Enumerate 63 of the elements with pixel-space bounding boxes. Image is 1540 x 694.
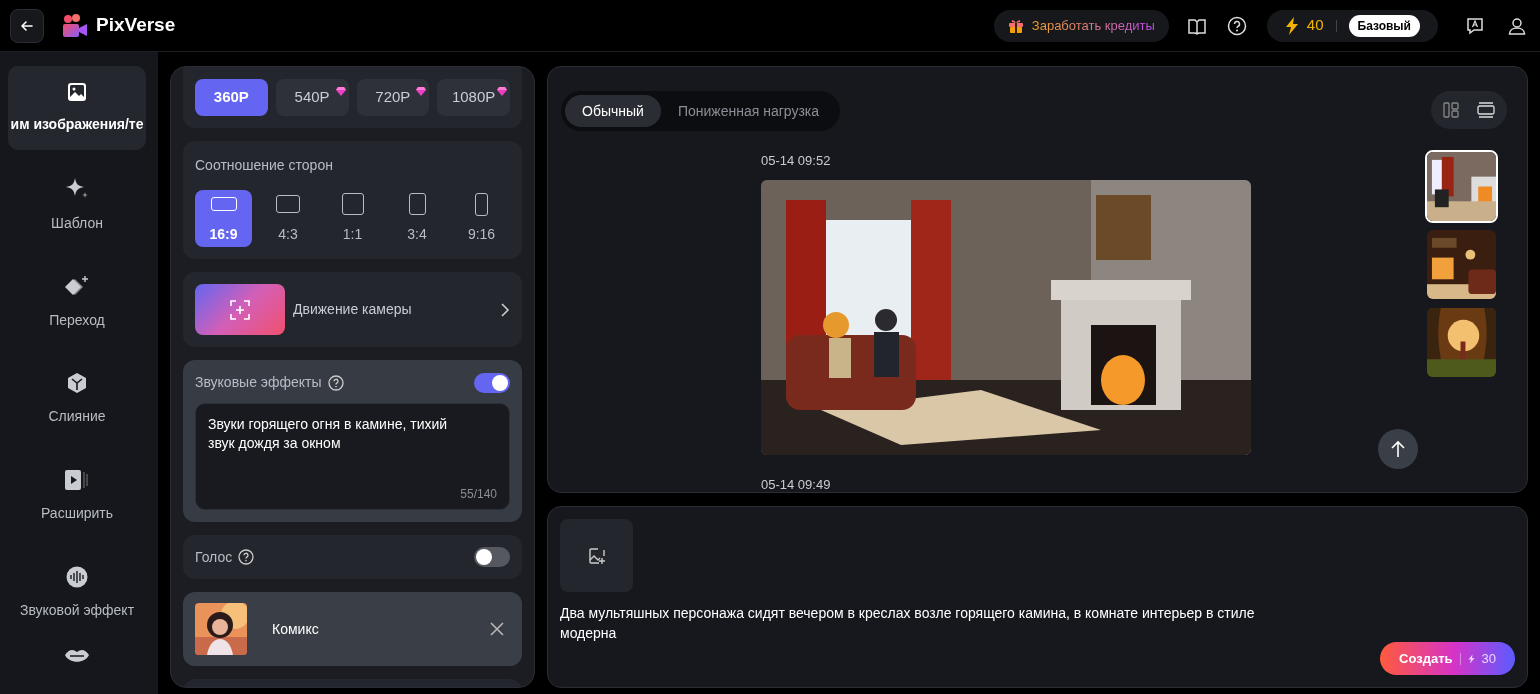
sidebar-item[interactable]: Звуковой эффект bbox=[8, 551, 146, 635]
gift-icon bbox=[1007, 17, 1024, 34]
history-thumbnail[interactable] bbox=[1425, 150, 1498, 223]
resolution-option[interactable]: 360P bbox=[195, 79, 268, 116]
aspect-title: Соотношение сторон bbox=[195, 156, 334, 175]
sidebar-item[interactable]: Слияние bbox=[8, 357, 146, 441]
cube-icon bbox=[66, 371, 88, 394]
history-thumbnail[interactable] bbox=[1425, 306, 1498, 379]
sidebar-item[interactable]: им изображения/те bbox=[8, 66, 146, 150]
lightning-icon bbox=[1467, 653, 1475, 664]
user-icon[interactable] bbox=[1508, 16, 1526, 35]
voice-toggle[interactable] bbox=[474, 547, 510, 567]
scroll-up-button[interactable] bbox=[1378, 429, 1418, 469]
character-counter: 55/140 bbox=[460, 486, 497, 503]
upload-image-button[interactable] bbox=[560, 519, 633, 592]
sidebar-item[interactable]: Шаблон bbox=[8, 163, 146, 247]
mode-tab[interactable]: Обычный bbox=[565, 95, 661, 127]
feedback-icon[interactable] bbox=[1466, 16, 1484, 35]
grid-view-icon[interactable] bbox=[1443, 102, 1459, 118]
sidebar-item[interactable]: Переход bbox=[8, 260, 146, 344]
earn-credits-button[interactable]: Заработать кредиты bbox=[993, 9, 1169, 42]
voice-label: Голос bbox=[195, 547, 233, 567]
create-button[interactable]: Создать 30 bbox=[1380, 642, 1515, 675]
chevron-right-icon bbox=[500, 302, 510, 317]
sound-effects-label: Звуковые эффекты bbox=[195, 373, 322, 392]
mode-tab[interactable]: Пониженная нагрузка bbox=[660, 95, 837, 127]
resolution-option[interactable]: 1080P bbox=[437, 79, 510, 116]
help-icon[interactable] bbox=[1226, 15, 1247, 36]
aspect-option[interactable]: 1:1 bbox=[324, 190, 381, 247]
plan-badge: Базовый bbox=[1348, 14, 1420, 37]
help-icon[interactable] bbox=[238, 549, 255, 565]
style-name: Комикс bbox=[272, 619, 320, 639]
add-image-icon bbox=[587, 546, 606, 565]
sound-effects-text: Звуки горящего огня в камине, тихий звук дождя за окном bbox=[208, 415, 449, 453]
sound-wave-icon bbox=[66, 565, 88, 588]
aspect-option[interactable]: 3:4 bbox=[388, 190, 446, 247]
image-icon bbox=[67, 81, 87, 102]
resolution-option[interactable]: 540P bbox=[275, 79, 349, 116]
history-thumbnail[interactable] bbox=[1425, 228, 1498, 301]
timestamp: 05-14 09:49 bbox=[761, 475, 832, 492]
brand-name: PixVerse bbox=[96, 13, 176, 38]
lips-icon bbox=[64, 648, 90, 664]
prompt-text[interactable]: Два мультяшных персонажа сидят вечером в креслах возле горящего камина, в комнате интерьер в стиле модерна bbox=[560, 603, 1305, 643]
sidebar-item[interactable]: Расширить bbox=[8, 454, 146, 538]
lightning-icon bbox=[1284, 16, 1299, 35]
help-icon[interactable] bbox=[327, 374, 344, 391]
video-extend-icon bbox=[64, 468, 90, 491]
camera-motion-button[interactable]: Движение камеры bbox=[183, 272, 522, 347]
aspect-option[interactable]: 9:16 bbox=[453, 190, 510, 247]
aspect-option[interactable]: 4:3 bbox=[259, 190, 317, 247]
resolution-option[interactable]: 720P bbox=[356, 79, 430, 116]
arrow-up-icon bbox=[1391, 440, 1405, 458]
list-view-icon[interactable] bbox=[1477, 102, 1495, 118]
back-button[interactable] bbox=[10, 8, 44, 43]
focus-plus-icon bbox=[229, 298, 251, 321]
diamond-plus-icon bbox=[64, 273, 90, 298]
logo-icon bbox=[62, 13, 88, 38]
aspect-option[interactable]: 16:9 bbox=[195, 190, 252, 247]
sound-effects-field[interactable]: Звуки горящего огня в камине, тихий звук дождя за окном 55/140 bbox=[195, 403, 510, 510]
credits-count: 40 bbox=[1306, 15, 1324, 36]
sound-effects-toggle[interactable] bbox=[474, 372, 510, 393]
timestamp: 05-14 09:52 bbox=[761, 152, 832, 170]
close-icon[interactable] bbox=[490, 622, 504, 636]
